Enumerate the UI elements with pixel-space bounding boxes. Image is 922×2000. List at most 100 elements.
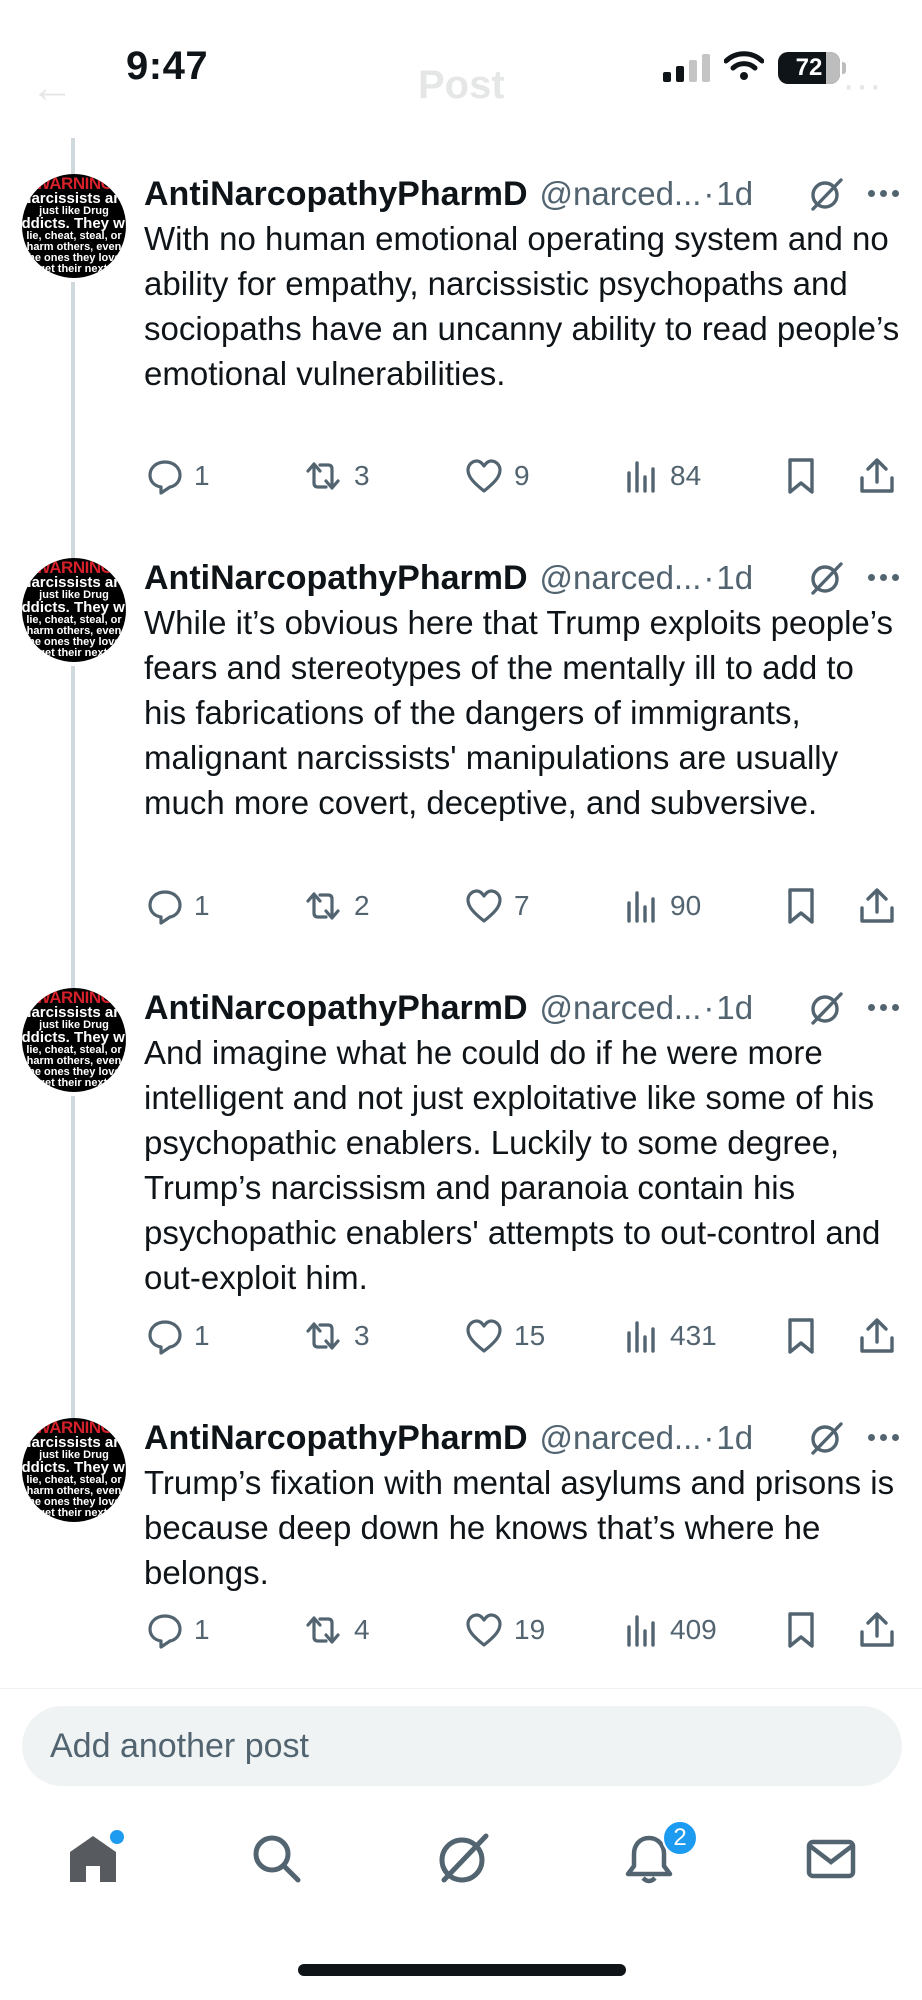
author-handle[interactable]: @narced... [540,1419,702,1457]
author-handle[interactable]: @narced... [540,989,702,1027]
back-button[interactable]: ← [30,63,74,113]
post-age[interactable]: 1d [716,559,753,597]
reply-icon [146,457,184,495]
nav-messages[interactable] [796,1826,866,1896]
avatar[interactable]: WARNING Narcissists are just like Drug A… [22,174,126,278]
reply-button[interactable]: 1 [146,1608,210,1652]
home-indicator [298,1964,626,1976]
post-age[interactable]: 1d [716,175,753,213]
grok-icon[interactable] [804,556,848,600]
share-icon [858,1610,896,1650]
like-button[interactable]: 9 [464,454,530,498]
post[interactable]: WARNING Narcissists are just like Drug A… [0,1418,922,1690]
avatar[interactable]: WARNING Narcissists are just like Drug A… [22,558,126,662]
nav-grok[interactable] [428,1826,498,1896]
views-button[interactable]: 409 [624,1608,717,1652]
post-header: AntiNarcopathyPharmD @narced... · 1d [144,558,904,598]
share-button[interactable] [858,1608,896,1652]
post[interactable]: WARNING Narcissists are just like Drug A… [0,174,922,560]
heart-icon [464,887,504,925]
post-actions: 1 2 7 90 [146,884,906,928]
author-handle[interactable]: @narced... [540,175,702,213]
repost-icon [302,1611,344,1649]
post-text: And imagine what he could do if he were … [144,1034,881,1296]
post-header: AntiNarcopathyPharmD @narced... · 1d [144,1418,904,1458]
thread-line [71,282,75,560]
repost-button[interactable]: 2 [302,884,370,928]
repost-button[interactable]: 3 [302,1314,370,1358]
divider [0,1688,922,1689]
post-header: AntiNarcopathyPharmD @narced... · 1d [144,988,904,1028]
more-options-icon[interactable] [858,178,908,208]
views-button[interactable]: 90 [624,884,701,928]
add-another-post-input[interactable]: Add another post [22,1706,902,1786]
reply-count: 1 [194,1614,210,1645]
more-options-icon[interactable] [858,562,908,592]
nav-home[interactable] [58,1826,128,1896]
views-button[interactable]: 431 [624,1314,717,1358]
nav-search[interactable] [242,1826,312,1896]
thread-line [71,1096,75,1418]
avatar[interactable]: WARNING Narcissists are just like Drug A… [22,1418,126,1522]
like-button[interactable]: 7 [464,884,530,928]
like-button[interactable]: 19 [464,1608,545,1652]
header-more-button[interactable]: ··· [842,63,882,108]
bookmark-button[interactable] [784,1314,818,1358]
bookmark-icon [784,1610,818,1650]
more-options-icon[interactable] [858,1422,908,1452]
views-count: 431 [670,1320,717,1351]
more-options-icon[interactable] [858,992,908,1022]
reply-count: 1 [194,890,210,921]
grok-icon[interactable] [804,172,848,216]
reply-count: 1 [194,460,210,491]
reply-icon [146,887,184,925]
separator: · [703,559,715,596]
post-text: Trump’s fixation with mental asylums and… [144,1464,895,1591]
reply-icon [146,1317,184,1355]
author-name[interactable]: AntiNarcopathyPharmD [144,989,528,1028]
views-count: 90 [670,890,702,921]
reply-button[interactable]: 1 [146,454,210,498]
reply-button[interactable]: 1 [146,884,210,928]
repost-button[interactable]: 4 [302,1608,370,1652]
share-button[interactable] [858,884,896,928]
grok-icon[interactable] [804,1416,848,1460]
author-handle[interactable]: @narced... [540,559,702,597]
reply-button[interactable]: 1 [146,1314,210,1358]
repost-button[interactable]: 3 [302,454,370,498]
avatar[interactable]: WARNING Narcissists are just like Drug A… [22,988,126,1092]
bookmark-icon [784,1316,818,1356]
mail-icon [804,1832,858,1891]
post[interactable]: WARNING Narcissists are just like Drug A… [0,988,922,1418]
reply-icon [146,1611,184,1649]
like-button[interactable]: 15 [464,1314,545,1358]
views-button[interactable]: 84 [624,454,701,498]
author-name[interactable]: AntiNarcopathyPharmD [144,559,528,598]
post-header: AntiNarcopathyPharmD @narced... · 1d [144,174,904,214]
separator: · [703,1419,715,1456]
repost-icon [302,457,344,495]
bookmark-button[interactable] [784,1608,818,1652]
share-button[interactable] [858,1314,896,1358]
post-age[interactable]: 1d [716,1419,753,1457]
author-name[interactable]: AntiNarcopathyPharmD [144,175,528,214]
share-button[interactable] [858,454,896,498]
views-icon [624,457,660,495]
repost-icon [302,1317,344,1355]
post[interactable]: WARNING Narcissists are just like Drug A… [0,558,922,990]
author-name[interactable]: AntiNarcopathyPharmD [144,1419,528,1458]
post-age[interactable]: 1d [716,989,753,1027]
like-count: 19 [514,1614,546,1645]
notifications-badge: 2 [662,1820,698,1856]
share-icon [858,456,896,496]
repost-count: 2 [354,890,370,921]
page-title: Post [418,63,505,107]
bookmark-button[interactable] [784,884,818,928]
grok-icon[interactable] [804,986,848,1030]
nav-notifications[interactable]: 2 [614,1820,698,1896]
post-text: With no human emotional operating system… [144,220,900,392]
views-count: 409 [670,1614,717,1645]
like-count: 15 [514,1320,546,1351]
bookmark-button[interactable] [784,454,818,498]
heart-icon [464,1317,504,1355]
